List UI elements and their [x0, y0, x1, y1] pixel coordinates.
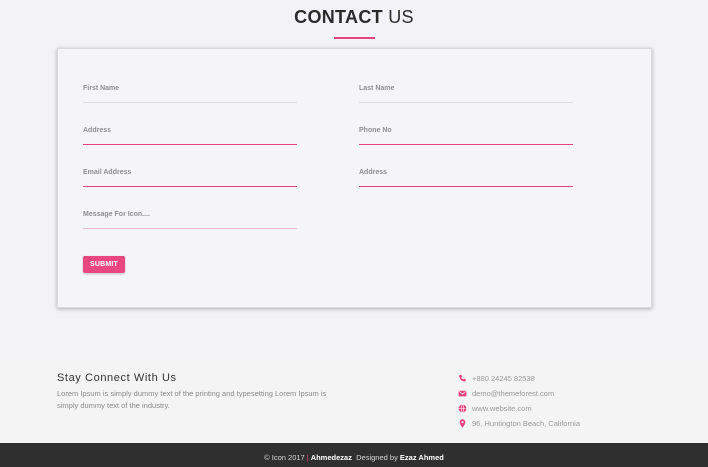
address-2-field[interactable]: Address [359, 169, 573, 189]
contact-email-text: demo@themeforest.com [472, 389, 555, 398]
phone-label: Phone No [359, 127, 392, 134]
bottom-bar: © Icon 2017 | Ahmedezaz Designed by Ezaz A… [0, 443, 708, 467]
designed-by-text: Designed by [356, 453, 398, 462]
title-underline [334, 37, 375, 39]
footer-text: Lorem Ipsum is simply dummy text of the … [57, 389, 327, 410]
address-2-label: Address [359, 169, 388, 176]
contact-address-text: 96, Huntington Beach, California [472, 419, 580, 428]
footer-heading: Stay Connect With Us [57, 372, 177, 384]
contact-email[interactable]: demo@themeforest.com [458, 386, 580, 401]
phone-icon [458, 374, 468, 383]
phone-underline [359, 144, 573, 145]
page-title-bold: CONTACT [294, 7, 383, 27]
submit-button[interactable]: SUBMIT [83, 256, 125, 273]
last-name-underline [359, 102, 573, 103]
message-field[interactable]: Message For Icon.... [83, 211, 297, 231]
globe-icon [458, 404, 468, 413]
page-title-light: US [388, 7, 414, 27]
envelope-icon [458, 389, 468, 398]
phone-field[interactable]: Phone No [359, 127, 573, 147]
contact-list: +880 24245 82538 demo@themeforest.com ww… [458, 371, 580, 431]
address-underline [83, 144, 297, 145]
email-label: Email Address [83, 169, 132, 176]
contact-address: 96, Huntington Beach, California [458, 416, 580, 431]
contact-form-card: First Name Last Name Address Phone No Em… [57, 48, 652, 308]
designer-link[interactable]: Ezaz Ahmed [400, 453, 444, 462]
footer: Stay Connect With Us Lorem Ipsum is simp… [0, 361, 708, 443]
copyright-text: © Icon 2017 [264, 453, 305, 462]
copyright-separator: | [306, 453, 309, 462]
email-field[interactable]: Email Address [83, 169, 297, 189]
address-label: Address [83, 127, 112, 134]
first-name-field[interactable]: First Name [83, 85, 297, 105]
contact-website-text: www.website.com [472, 404, 532, 413]
address-field[interactable]: Address [83, 127, 297, 147]
message-underline [83, 228, 297, 229]
contact-phone-text: +880 24245 82538 [472, 374, 535, 383]
first-name-underline [83, 102, 297, 103]
first-name-label: First Name [83, 85, 120, 92]
message-label: Message For Icon.... [83, 211, 150, 218]
contact-phone: +880 24245 82538 [458, 371, 580, 386]
last-name-field[interactable]: Last Name [359, 85, 573, 105]
page-title: CONTACT US [0, 7, 708, 28]
contact-website[interactable]: www.website.com [458, 401, 580, 416]
email-underline [83, 186, 297, 187]
address-2-underline [359, 186, 573, 187]
last-name-label: Last Name [359, 85, 395, 92]
map-marker-icon [458, 419, 468, 428]
author-link[interactable]: Ahmedezaz [311, 453, 352, 462]
